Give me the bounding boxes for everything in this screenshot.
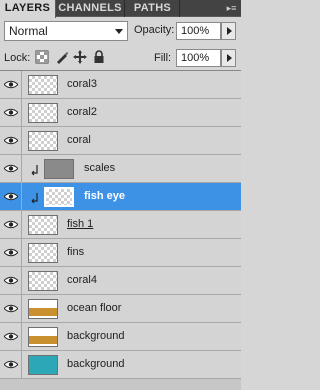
- layers-panel: LAYERS CHANNELS PATHS ▸≡ Normal Opacity:…: [0, 0, 241, 390]
- clipping-mask-icon: [31, 165, 38, 176]
- opacity-label: Opacity:: [134, 24, 175, 36]
- visibility-eye-icon[interactable]: [0, 183, 22, 210]
- lock-position-icon[interactable]: [73, 50, 87, 64]
- visibility-eye-icon[interactable]: [0, 267, 22, 294]
- blend-mode-value: Normal: [9, 24, 48, 38]
- layer-name: fins: [67, 246, 85, 258]
- panel-menu-icon[interactable]: ▸≡: [225, 2, 238, 14]
- lock-all-icon[interactable]: [92, 50, 106, 64]
- layer-row[interactable]: background: [0, 323, 241, 351]
- layer-thumbnail: [28, 103, 58, 123]
- layer-name: fish 1: [67, 218, 94, 230]
- layers-list: coral3 coral2 coral scales fish eye fish…: [0, 70, 241, 390]
- visibility-eye-icon[interactable]: [0, 211, 22, 238]
- layer-thumbnail: [44, 159, 74, 179]
- visibility-eye-icon[interactable]: [0, 323, 22, 350]
- layer-thumbnail: [28, 327, 58, 347]
- fill-label: Fill:: [154, 52, 172, 64]
- layer-row[interactable]: fins: [0, 239, 241, 267]
- layer-name: coral3: [67, 78, 97, 90]
- layer-thumbnail: [28, 271, 58, 291]
- layer-name: coral: [67, 134, 91, 146]
- panel-tab-bar: LAYERS CHANNELS PATHS ▸≡: [0, 0, 241, 18]
- layer-row[interactable]: background: [0, 351, 241, 379]
- layer-row[interactable]: fish 1: [0, 211, 241, 239]
- layer-name: fish eye: [84, 190, 125, 202]
- layer-thumbnail: [28, 299, 58, 319]
- layer-thumbnail: [28, 131, 58, 151]
- lock-transparent-pixels-icon[interactable]: [35, 50, 49, 64]
- fill-field[interactable]: 100%: [176, 49, 221, 67]
- layer-row[interactable]: coral: [0, 127, 241, 155]
- layer-name: background: [67, 330, 125, 342]
- layer-row[interactable]: coral4: [0, 267, 241, 295]
- visibility-eye-icon[interactable]: [0, 71, 22, 98]
- opacity-slider-button[interactable]: [221, 22, 236, 40]
- tab-paths[interactable]: PATHS: [126, 0, 180, 17]
- layer-thumbnail: [28, 355, 58, 375]
- layer-row[interactable]: coral3: [0, 71, 241, 99]
- layer-thumbnail: [44, 187, 74, 207]
- layer-row[interactable]: ocean floor: [0, 295, 241, 323]
- visibility-eye-icon[interactable]: [0, 351, 22, 378]
- clipping-mask-icon: [31, 193, 38, 204]
- tab-channels[interactable]: CHANNELS: [56, 0, 125, 17]
- layer-row[interactable]: scales: [0, 155, 241, 183]
- visibility-eye-icon[interactable]: [0, 155, 22, 182]
- opacity-field[interactable]: 100%: [176, 22, 221, 40]
- layer-name: ocean floor: [67, 302, 122, 314]
- layer-name: background: [67, 358, 125, 370]
- chevron-down-icon: [115, 29, 123, 34]
- layer-row-selected[interactable]: fish eye: [0, 183, 241, 211]
- visibility-eye-icon[interactable]: [0, 99, 22, 126]
- lock-image-pixels-icon[interactable]: [55, 50, 69, 64]
- visibility-eye-icon[interactable]: [0, 127, 22, 154]
- layer-thumbnail: [28, 215, 58, 235]
- layer-name: coral4: [67, 274, 97, 286]
- layer-thumbnail: [28, 243, 58, 263]
- layer-thumbnail: [28, 75, 58, 95]
- layer-name: scales: [84, 162, 116, 174]
- fill-slider-button[interactable]: [221, 49, 236, 67]
- layer-row[interactable]: coral2: [0, 99, 241, 127]
- visibility-eye-icon[interactable]: [0, 239, 22, 266]
- tab-layers[interactable]: LAYERS: [0, 0, 56, 18]
- lock-label: Lock:: [4, 52, 31, 64]
- layer-name: coral2: [67, 106, 97, 118]
- blend-mode-select[interactable]: Normal: [4, 21, 128, 41]
- visibility-eye-icon[interactable]: [0, 295, 22, 322]
